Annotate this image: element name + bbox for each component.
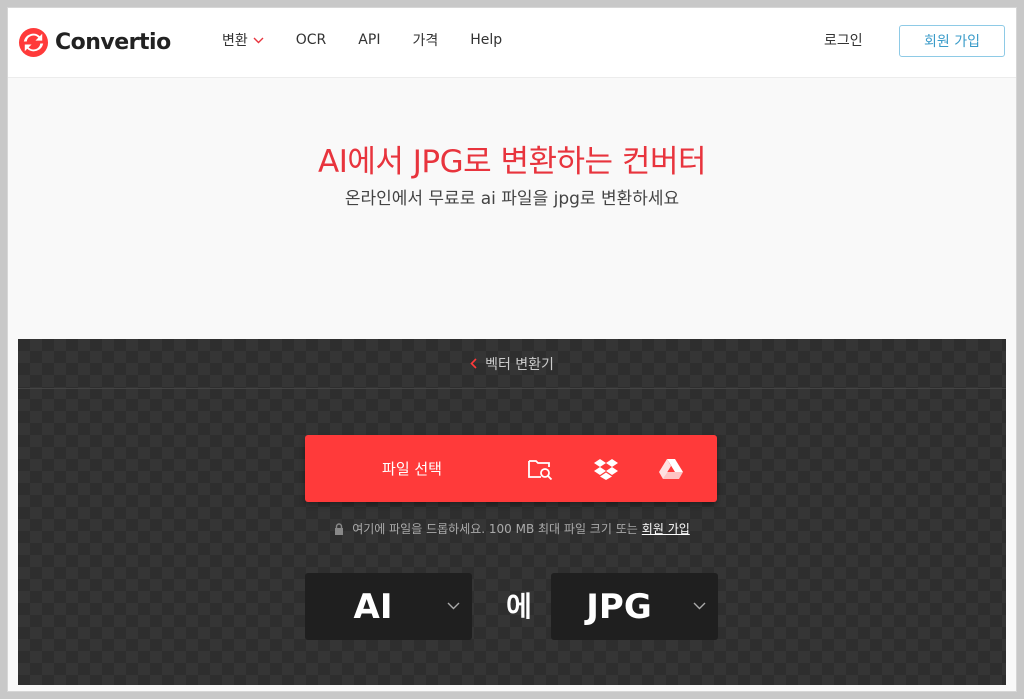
logo-text: Convertio xyxy=(55,29,171,55)
logo[interactable]: Convertio xyxy=(18,26,171,58)
nav-item-label: OCR xyxy=(295,32,327,48)
browser-page: Convertio 변환 OCR API 가격 Help 로그인 회원 가입 A… xyxy=(7,7,1017,692)
drop-note-signup-link[interactable]: 회원 가입 xyxy=(642,520,690,537)
chevron-down-icon xyxy=(253,37,264,43)
to-format-value: JPG xyxy=(586,586,652,627)
chevron-down-icon xyxy=(447,602,460,610)
converter-panel: 벡터 변환기 파일 선택 여기에 파일을 드롭하세요. 100 MB 최대 파일… xyxy=(18,339,1006,685)
site-header: Convertio 변환 OCR API 가격 Help 로그인 회원 가입 xyxy=(8,8,1016,78)
to-label: 에 xyxy=(506,590,532,623)
drop-files-note: 여기에 파일을 드롭하세요. 100 MB 최대 파일 크기 또는 회원 가입 xyxy=(18,520,1006,537)
chevron-down-icon xyxy=(693,602,706,610)
back-link-label: 벡터 변환기 xyxy=(485,356,554,373)
folder-search-icon[interactable] xyxy=(526,455,554,483)
from-format-value: AI xyxy=(353,586,393,627)
nav-item-help[interactable]: Help xyxy=(470,32,502,48)
nav-item-label: 변환 xyxy=(222,33,248,49)
choose-files-button-group: 파일 선택 xyxy=(305,435,717,502)
drop-note-text: 여기에 파일을 드롭하세요. 100 MB 최대 파일 크기 또는 xyxy=(352,522,638,536)
dropbox-icon[interactable] xyxy=(592,455,620,483)
convertio-logo-icon xyxy=(18,27,49,57)
nav-item-label: Help xyxy=(470,32,503,48)
signup-button[interactable]: 회원 가입 xyxy=(899,25,1005,57)
from-format-select[interactable]: AI xyxy=(305,573,472,640)
page-subtitle: 온라인에서 무료로 ai 파일을 jpg로 변환하세요 xyxy=(344,189,680,209)
lock-icon xyxy=(335,522,344,535)
to-format-select[interactable]: JPG xyxy=(551,573,718,640)
main-nav: 변환 OCR API 가격 Help xyxy=(222,30,534,50)
nav-item-label: API xyxy=(358,32,381,48)
nav-item-ocr[interactable]: OCR xyxy=(296,32,327,48)
nav-item-pricing[interactable]: 가격 xyxy=(412,30,438,50)
nav-item-api[interactable]: API xyxy=(358,32,380,48)
nav-item-label: 가격 xyxy=(412,33,439,49)
back-to-vector-converter-link[interactable]: 벡터 변환기 xyxy=(470,354,554,374)
nav-item-convert[interactable]: 변환 xyxy=(222,30,264,50)
login-link[interactable]: 로그인 xyxy=(824,30,863,50)
chevron-left-icon xyxy=(470,358,477,369)
page-title: AI에서 JPG로 변환하는 컨버터 xyxy=(318,144,706,180)
choose-files-button[interactable]: 파일 선택 xyxy=(305,435,519,502)
converter-panel-header: 벡터 변환기 xyxy=(18,339,1006,389)
google-drive-icon[interactable] xyxy=(657,455,685,483)
